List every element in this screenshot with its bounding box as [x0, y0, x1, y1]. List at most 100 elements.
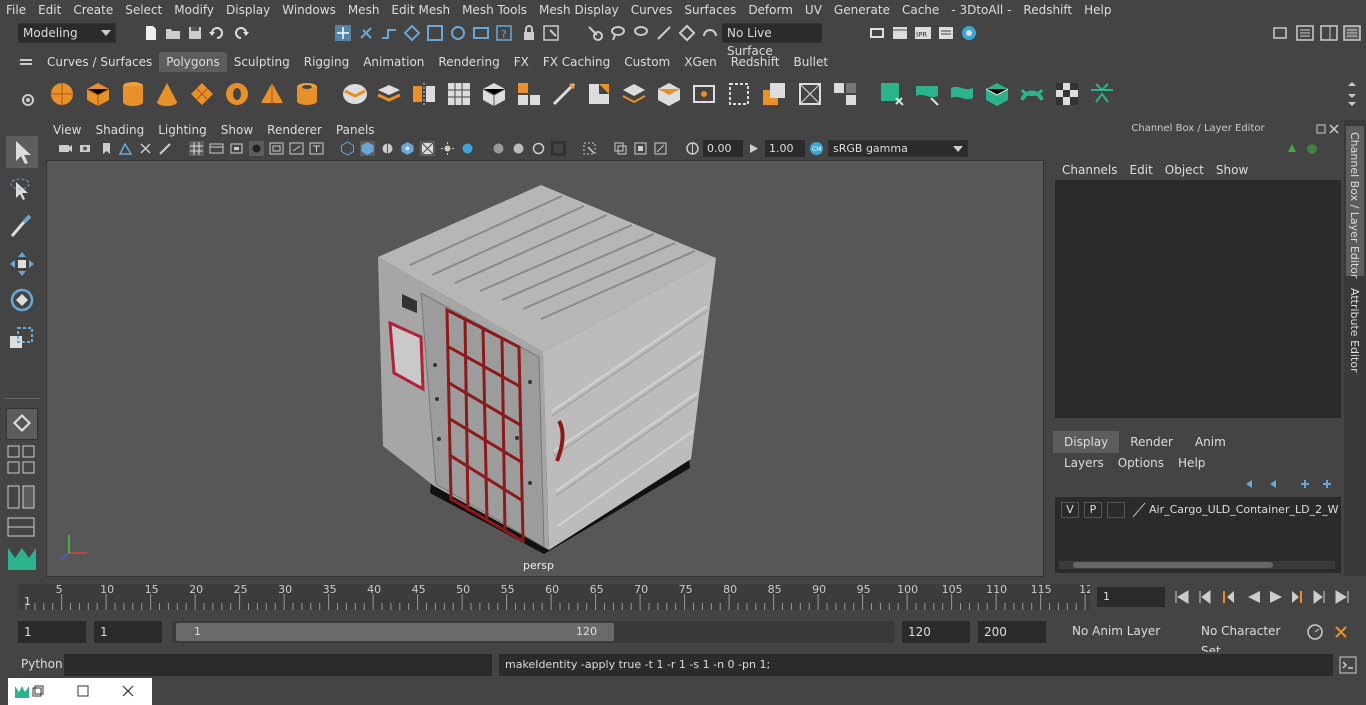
lasso-icon[interactable]: [609, 24, 627, 42]
snap-view-icon[interactable]: [472, 24, 490, 42]
shelf-tab-bullet[interactable]: Bullet: [786, 52, 835, 72]
layout-single-icon[interactable]: [6, 444, 38, 478]
layout-outliner-icon[interactable]: [6, 516, 38, 540]
exposure-icon[interactable]: [685, 141, 700, 156]
layer-menu-layers[interactable]: Layers: [1058, 455, 1112, 471]
poly-pipe-icon[interactable]: [293, 80, 321, 108]
resolution-gate-icon[interactable]: [229, 141, 244, 156]
channel-box-display-icons[interactable]: [1286, 142, 1326, 156]
menu-cache[interactable]: Cache: [896, 0, 945, 20]
toggle-sidebar-icon[interactable]: [1296, 24, 1314, 42]
color-management-icon[interactable]: CM: [809, 141, 824, 156]
play-backward-icon[interactable]: [1248, 591, 1260, 603]
shelf-tab-polygons[interactable]: Polygons: [159, 52, 227, 72]
menu-deform[interactable]: Deform: [742, 0, 799, 20]
symmetry-icon[interactable]: [678, 24, 696, 42]
smooth-shade-icon[interactable]: [360, 141, 375, 156]
render-settings-icon[interactable]: [937, 24, 955, 42]
frame-selection-icon[interactable]: [633, 141, 648, 156]
layer-playback-toggle[interactable]: P: [1084, 502, 1102, 518]
character-set-dropdown[interactable]: No Character Set: [1197, 621, 1297, 658]
motion-blur-icon[interactable]: [551, 141, 566, 156]
shelf-tab-rigging[interactable]: Rigging: [297, 52, 356, 72]
layer-color-swatch-icon[interactable]: [1131, 502, 1147, 518]
shelf-tab-fx[interactable]: FX: [507, 52, 536, 72]
shelf-tab-fx-caching[interactable]: FX Caching: [536, 52, 617, 72]
camera-select-icon[interactable]: [58, 141, 73, 156]
layer-tab-render[interactable]: Render: [1119, 431, 1184, 453]
help-icon[interactable]: ?: [495, 24, 513, 42]
camera-attributes-icon[interactable]: [79, 141, 94, 156]
shelf-tab-sculpting[interactable]: Sculpting: [227, 52, 297, 72]
safe-title-icon[interactable]: [309, 141, 324, 156]
layer-tab-anim[interactable]: Anim: [1184, 431, 1237, 453]
select-tool-button[interactable]: [6, 136, 38, 168]
playback-end-field[interactable]: 120: [902, 621, 970, 643]
fill-hole-icon[interactable]: [725, 80, 753, 108]
menu-surfaces[interactable]: Surfaces: [678, 0, 742, 20]
go-to-start-icon[interactable]: [1175, 590, 1189, 604]
menu-redshift[interactable]: Redshift: [1017, 0, 1078, 20]
fit-view-icon[interactable]: [653, 141, 668, 156]
live-surface-field[interactable]: No Live Surface: [722, 23, 822, 58]
wireframe-on-shaded-icon[interactable]: [420, 141, 435, 156]
shelf-menu-icon[interactable]: [16, 56, 36, 70]
reduce-icon[interactable]: [796, 80, 824, 108]
xray-joints-icon[interactable]: [511, 141, 526, 156]
snap-grid-icon[interactable]: [403, 24, 421, 42]
perspective-viewport[interactable]: persp: [46, 160, 1044, 577]
play-forward-icon[interactable]: [1270, 591, 1282, 603]
checker-map-icon[interactable]: [1053, 80, 1081, 108]
multi-cut-icon[interactable]: [550, 80, 578, 108]
menu-modify[interactable]: Modify: [168, 0, 220, 20]
mode-dropdown[interactable]: Modeling: [18, 23, 116, 43]
textured-icon[interactable]: [400, 141, 415, 156]
viewport-menu-panels[interactable]: Panels: [329, 121, 382, 139]
scale-tool-icon[interactable]: [6, 322, 38, 354]
poly-sphere-icon[interactable]: [48, 80, 76, 108]
gamma-field[interactable]: 1.00: [765, 140, 805, 157]
toggle-channel-box-icon[interactable]: [1343, 24, 1361, 42]
side-tab-attribute-editor[interactable]: Attribute Editor: [1348, 288, 1361, 373]
isolate-select-icon[interactable]: [582, 141, 597, 156]
channel-box-menu-object[interactable]: Object: [1161, 161, 1212, 179]
sculpt-tool-icon[interactable]: [831, 80, 859, 108]
wireframe-icon[interactable]: [340, 141, 355, 156]
shelf-tab-rendering[interactable]: Rendering: [431, 52, 506, 72]
menu-mesh[interactable]: Mesh: [342, 0, 386, 20]
target-weld-icon[interactable]: [690, 80, 718, 108]
close-window-icon[interactable]: [122, 685, 134, 697]
menu-3dtoall[interactable]: - 3DtoAll -: [945, 0, 1017, 20]
menu-select[interactable]: Select: [119, 0, 168, 20]
separate-icon[interactable]: [375, 80, 403, 108]
hypershade-icon[interactable]: [960, 24, 978, 42]
default-material-icon[interactable]: [380, 141, 395, 156]
channel-box-menu-channels[interactable]: Channels: [1058, 161, 1126, 179]
soft-select-icon[interactable]: [655, 24, 673, 42]
shelf-tab-xgen[interactable]: XGen: [677, 52, 724, 72]
poly-cone-icon[interactable]: [153, 80, 181, 108]
restore-window-icon[interactable]: [32, 685, 44, 697]
bookmark-icon[interactable]: [99, 141, 114, 156]
side-tab-channel-box[interactable]: Channel Box / Layer Editor: [1348, 132, 1361, 279]
menu-mesh-display[interactable]: Mesh Display: [533, 0, 625, 20]
poly-cylinder-icon[interactable]: [119, 80, 147, 108]
exposure-field[interactable]: 0.00: [703, 140, 743, 157]
bevel-icon[interactable]: [655, 80, 683, 108]
grease-pencil-icon[interactable]: [158, 141, 173, 156]
menu-file[interactable]: File: [0, 0, 32, 20]
layout-panes-icon[interactable]: [6, 482, 38, 512]
uv-cut-sew-icon[interactable]: [1088, 80, 1116, 108]
viewport-menu-view[interactable]: View: [46, 121, 88, 139]
show-manipulator-button[interactable]: [6, 408, 38, 440]
uv-unfold-icon[interactable]: [1018, 80, 1046, 108]
film-gate-icon[interactable]: [209, 141, 224, 156]
insert-edge-loop-icon[interactable]: [620, 80, 648, 108]
lasso-tool-icon[interactable]: [6, 174, 38, 206]
planar-uv-icon[interactable]: [913, 80, 941, 108]
layer-list-scrollbar[interactable]: [1059, 561, 1335, 569]
layer-visibility-toggle[interactable]: V: [1061, 502, 1079, 518]
poly-cube-icon[interactable]: [84, 80, 112, 108]
snap-point-icon[interactable]: [449, 24, 467, 42]
poly-plane-icon[interactable]: [188, 80, 216, 108]
